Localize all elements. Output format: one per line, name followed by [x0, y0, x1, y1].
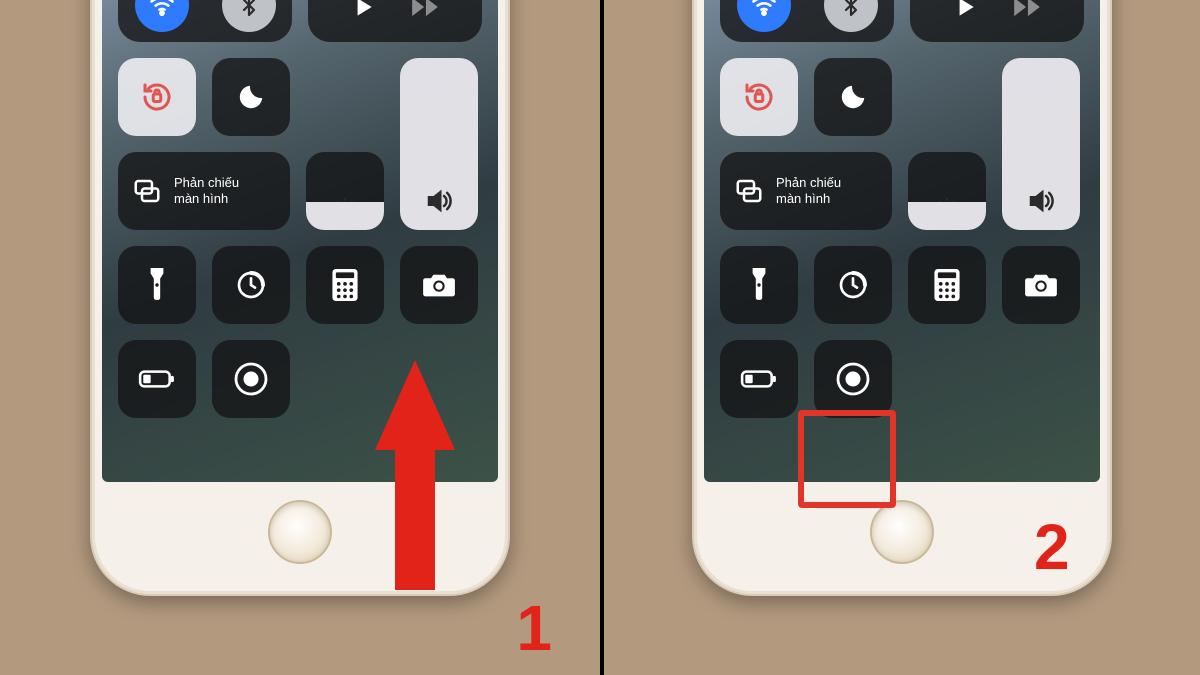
volume-slider[interactable] [1002, 58, 1080, 230]
bluetooth-toggle[interactable] [824, 0, 878, 32]
connectivity-panel[interactable] [720, 0, 894, 42]
step-1-label: 1 [516, 591, 552, 665]
step-2-highlight [798, 410, 896, 508]
flashlight-button[interactable] [720, 246, 798, 324]
bluetooth-icon [237, 0, 261, 17]
next-track-icon[interactable] [410, 0, 440, 18]
low-power-button[interactable] [118, 340, 196, 418]
dnd-toggle[interactable] [814, 58, 892, 136]
camera-button[interactable] [1002, 246, 1080, 324]
screen-mirroring-label: Phản chiếu màn hình [776, 175, 841, 208]
wifi-toggle[interactable] [737, 0, 791, 32]
control-center[interactable]: Phản chiếu màn hình [704, 0, 1100, 482]
screen-mirror-icon [734, 176, 764, 206]
wifi-icon [148, 0, 176, 19]
media-panel[interactable] [308, 0, 482, 42]
rotation-lock-toggle[interactable] [118, 58, 196, 136]
step-1-pane: Phản chiếu màn hình [0, 0, 600, 675]
home-button[interactable] [268, 500, 332, 564]
timer-icon [235, 269, 267, 301]
screen-mirroring-button[interactable]: Phản chiếu màn hình [720, 152, 892, 230]
step-2-label: 2 [1034, 510, 1070, 584]
bluetooth-toggle[interactable] [222, 0, 276, 32]
do-not-disturb-icon [236, 82, 266, 112]
screen-mirroring-button[interactable]: Phản chiếu màn hình [118, 152, 290, 230]
media-panel[interactable] [910, 0, 1084, 42]
screen-mirror-icon [132, 176, 162, 206]
connectivity-panel[interactable] [118, 0, 292, 42]
screen-record-icon [233, 361, 269, 397]
volume-slider[interactable] [400, 58, 478, 230]
phone-frame: Phản chiếu màn hình [692, 0, 1112, 596]
timer-icon [837, 269, 869, 301]
swipe-up-arrow [375, 360, 455, 590]
play-icon[interactable] [350, 0, 376, 20]
volume-icon [424, 186, 454, 216]
timer-button[interactable] [814, 246, 892, 324]
calculator-button[interactable] [306, 246, 384, 324]
calculator-icon [332, 269, 358, 301]
low-power-icon [740, 368, 778, 390]
wifi-toggle[interactable] [135, 0, 189, 32]
flashlight-icon [146, 268, 168, 302]
home-button[interactable] [870, 500, 934, 564]
camera-icon [422, 271, 456, 299]
wifi-icon [750, 0, 778, 19]
brightness-slider[interactable] [908, 152, 986, 230]
do-not-disturb-icon [838, 82, 868, 112]
calculator-icon [934, 269, 960, 301]
timer-button[interactable] [212, 246, 290, 324]
brightness-slider[interactable] [306, 152, 384, 230]
play-icon[interactable] [952, 0, 978, 20]
step-2-pane: Phản chiếu màn hình [600, 0, 1200, 675]
camera-icon [1024, 271, 1058, 299]
screen-record-button[interactable] [814, 340, 892, 418]
flashlight-icon [748, 268, 770, 302]
camera-button[interactable] [400, 246, 478, 324]
dnd-toggle[interactable] [212, 58, 290, 136]
screen-record-icon [835, 361, 871, 397]
low-power-icon [138, 368, 176, 390]
next-track-icon[interactable] [1012, 0, 1042, 18]
rotation-lock-icon [741, 79, 777, 115]
volume-icon [1026, 186, 1056, 216]
flashlight-button[interactable] [118, 246, 196, 324]
calculator-button[interactable] [908, 246, 986, 324]
bluetooth-icon [839, 0, 863, 17]
screen-mirroring-label: Phản chiếu màn hình [174, 175, 239, 208]
rotation-lock-toggle[interactable] [720, 58, 798, 136]
screen-record-button[interactable] [212, 340, 290, 418]
low-power-button[interactable] [720, 340, 798, 418]
rotation-lock-icon [139, 79, 175, 115]
